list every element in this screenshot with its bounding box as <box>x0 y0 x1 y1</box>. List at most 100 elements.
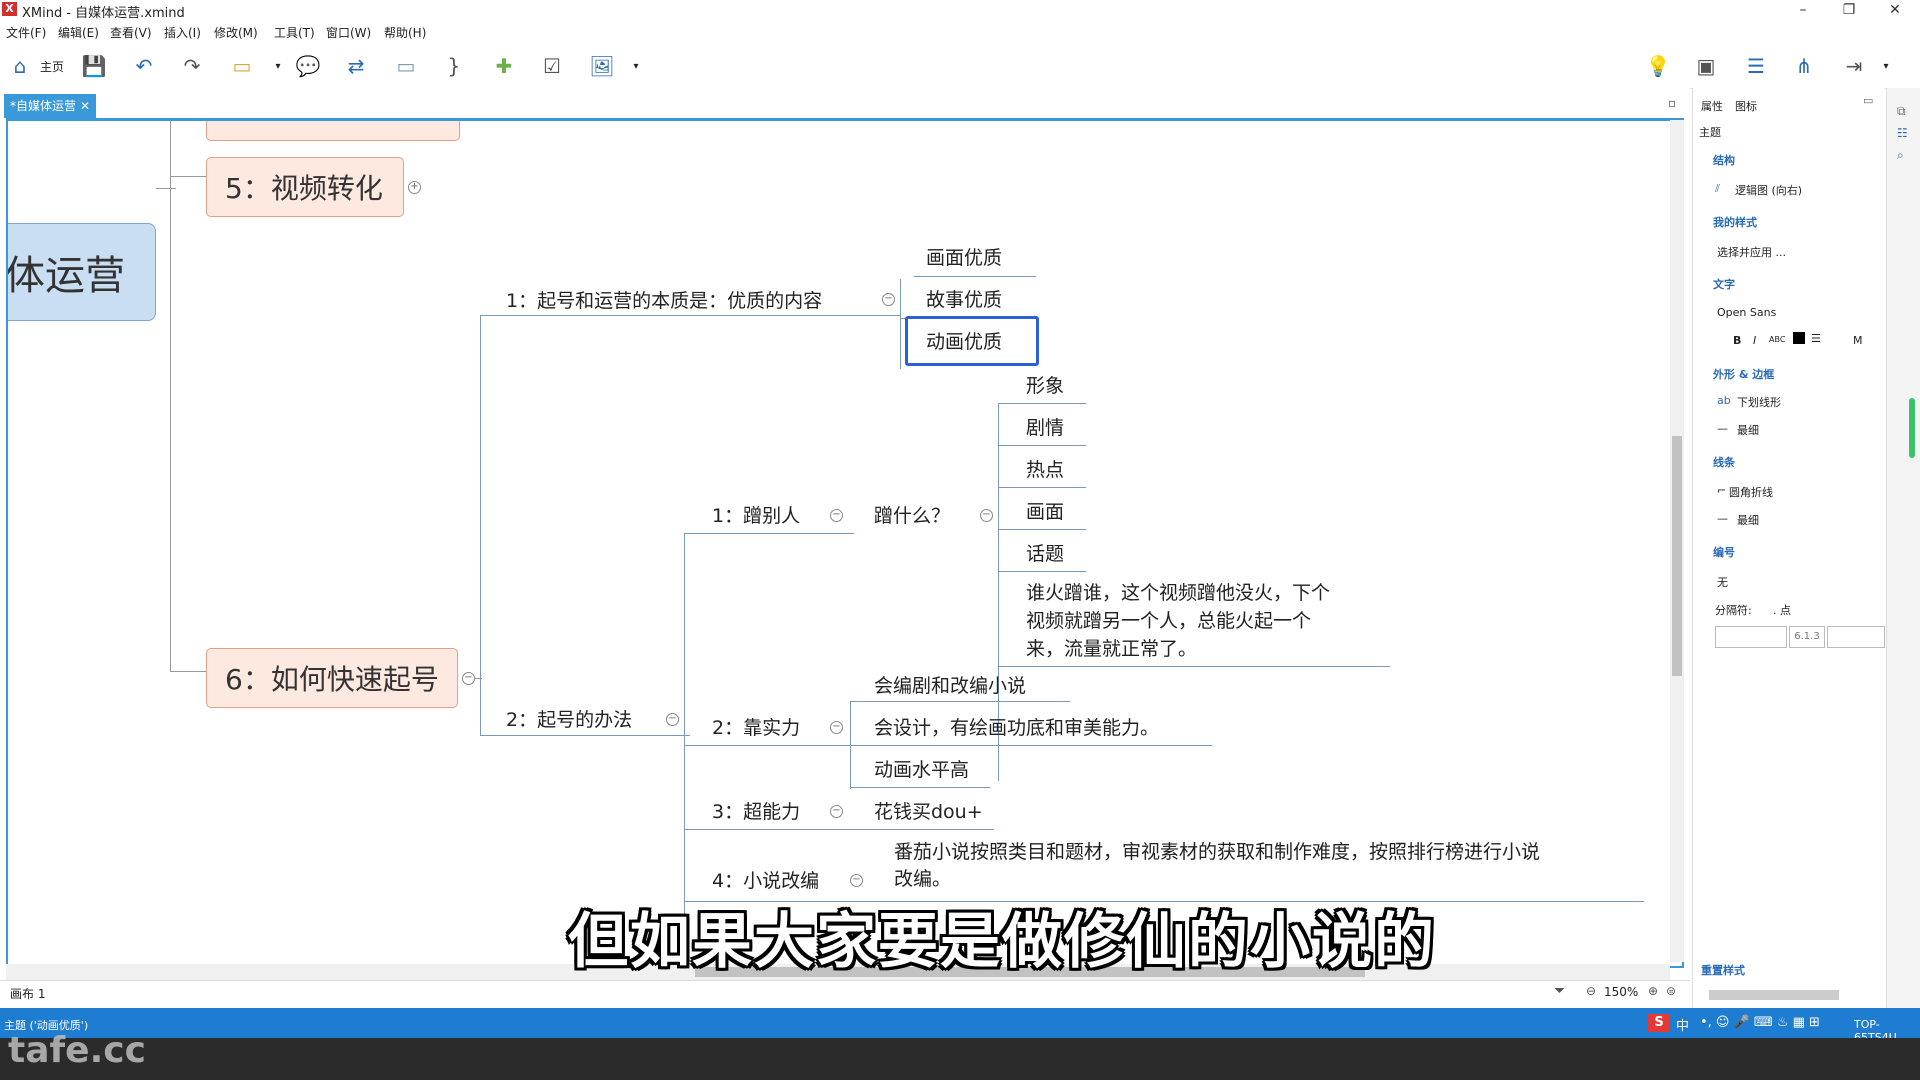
sheet-tab[interactable]: 画布 1 <box>10 985 45 1002</box>
collapse-icon[interactable]: − <box>666 713 679 726</box>
more-text-icon[interactable]: M <box>1853 334 1863 347</box>
chevron-down-icon[interactable]: ▾ <box>1872 52 1900 80</box>
topic-icon[interactable]: ▭ <box>228 52 256 80</box>
mindmap-canvas[interactable]: 体运营 5：视频转化 + 6：如何快速起号 − 1：起号和运营的本质是：优质的内… <box>6 118 1684 968</box>
callout-icon[interactable]: 💬 <box>294 52 322 80</box>
bold-icon[interactable]: B <box>1733 334 1741 347</box>
vertical-scroll-thumb[interactable] <box>1672 436 1682 676</box>
border-shape[interactable]: 下划线形 <box>1737 394 1781 410</box>
collapse-icon[interactable]: − <box>850 874 863 887</box>
menu-view[interactable]: 查看(V) <box>110 24 152 41</box>
filter-icon[interactable]: ⏷ <box>1554 983 1565 999</box>
redo-icon[interactable]: ↷ <box>178 52 206 80</box>
lightbulb-icon[interactable]: 💡 <box>1644 52 1672 80</box>
relationship-icon[interactable]: ⇄ <box>342 52 370 80</box>
node-note[interactable]: 谁火蹭谁，这个视频蹭他没火，下个 视频就蹭另一个人，总能火起一个 来，流量就正常… <box>1026 579 1330 663</box>
zoom-level[interactable]: 150% <box>1604 985 1638 999</box>
menu-window[interactable]: 窗口(W) <box>326 24 371 41</box>
document-tab[interactable]: *自媒体运营 ✕ <box>4 94 96 118</box>
line-shape[interactable]: 圆角折线 <box>1729 484 1773 500</box>
method-novel[interactable]: 4：小说改编 <box>712 866 819 893</box>
minimize-panel-icon[interactable]: ▭ <box>1863 94 1873 107</box>
export-icon[interactable]: ⇥ <box>1840 52 1868 80</box>
restore-icon[interactable]: ⧉ <box>1897 104 1906 119</box>
fit-icon[interactable]: ⊜ <box>1666 984 1676 998</box>
node-hotspot[interactable]: 热点 <box>1026 455 1064 482</box>
image-icon[interactable]: 🖼 <box>588 52 616 80</box>
menu-tools[interactable]: 工具(T) <box>274 24 315 41</box>
menu-edit[interactable]: 编辑(E) <box>58 24 99 41</box>
node-picture[interactable]: 画面 <box>1026 497 1064 524</box>
reset-style-link[interactable]: 重置样式 <box>1701 962 1745 978</box>
leverage-what[interactable]: 蹭什么？ <box>874 501 950 528</box>
close-button[interactable]: ✕ <box>1872 0 1918 20</box>
close-icon[interactable]: ✕ <box>80 94 90 118</box>
chevron-down-icon[interactable]: ▾ <box>622 52 650 80</box>
boundary-icon[interactable]: ▭ <box>392 52 420 80</box>
style-select[interactable]: 选择并应用 ... <box>1717 244 1786 260</box>
node-story-quality[interactable]: 故事优质 <box>926 285 1002 312</box>
task-icon[interactable]: ☑ <box>538 52 566 80</box>
method-leverage[interactable]: 1：蹭别人 <box>712 501 800 528</box>
line-width[interactable]: 最细 <box>1737 512 1759 528</box>
structure-value[interactable]: 逻辑图 (向右) <box>1735 182 1802 198</box>
border-width[interactable]: 最细 <box>1737 422 1759 438</box>
tab-icons[interactable]: 图标 <box>1735 98 1757 114</box>
ime-logo-icon[interactable]: S <box>1648 1014 1670 1032</box>
node-plot[interactable]: 剧情 <box>1026 413 1064 440</box>
numbering-value[interactable]: 无 <box>1717 574 1728 590</box>
chevron-down-icon[interactable]: ▾ <box>264 52 292 80</box>
node-topic[interactable]: 话题 <box>1026 539 1064 566</box>
node-image[interactable]: 形象 <box>1026 371 1064 398</box>
undo-icon[interactable]: ↶ <box>130 52 158 80</box>
ime-chinese-icon[interactable]: 中 <box>1676 1015 1689 1034</box>
node-novel-adapt[interactable]: 番茄小说按照类目和题材，审视素材的获取和制作难度，按照排行榜进行小说 改编。 <box>894 839 1540 893</box>
node-picture-quality[interactable]: 画面优质 <box>926 243 1002 270</box>
outline-icon[interactable]: ☰ <box>1742 52 1770 80</box>
collapse-icon[interactable]: − <box>830 805 843 818</box>
menu-file[interactable]: 文件(F) <box>6 24 46 41</box>
ime-toolbar-icons[interactable]: •, ☺ 🎤 ⌨ ♨ ▦ ⊞ <box>1700 1015 1820 1030</box>
topic-quick-start[interactable]: 6：如何快速起号 <box>206 648 458 708</box>
font-select[interactable]: Open Sans <box>1717 306 1776 319</box>
marker-icon[interactable]: ✚ <box>490 52 518 80</box>
method-power[interactable]: 3：超能力 <box>712 797 800 824</box>
save-icon[interactable]: 💾 <box>80 52 108 80</box>
menu-insert[interactable]: 插入(I) <box>164 24 201 41</box>
minimize-button[interactable]: – <box>1780 0 1826 20</box>
menu-modify[interactable]: 修改(M) <box>214 24 258 41</box>
method-strength[interactable]: 2：靠实力 <box>712 713 800 740</box>
text-color-swatch[interactable] <box>1793 332 1805 344</box>
central-topic[interactable]: 体运营 <box>8 223 156 321</box>
maximize-button[interactable]: ❐ <box>1826 0 1872 20</box>
home-label[interactable]: 主页 <box>40 58 64 75</box>
node-animation[interactable]: 动画水平高 <box>874 755 969 782</box>
maximize-view-icon[interactable]: ▫ <box>1668 96 1676 110</box>
node-buy-dou[interactable]: 花钱买dou+ <box>874 797 983 824</box>
suffix-input[interactable] <box>1827 626 1885 648</box>
summary-icon[interactable]: } <box>440 52 468 80</box>
zoom-in-icon[interactable]: ⊕ <box>1648 984 1658 998</box>
topic-partial[interactable] <box>206 121 460 141</box>
align-icon[interactable]: ☰ <box>1811 332 1821 345</box>
collapse-icon[interactable]: − <box>882 293 895 306</box>
zoom-out-icon[interactable]: ⊖ <box>1586 984 1596 998</box>
presentation-icon[interactable]: ▣ <box>1692 52 1720 80</box>
expand-icon[interactable]: + <box>408 181 421 194</box>
node-design[interactable]: 会设计，有绘画功底和审美能力。 <box>874 713 1159 740</box>
search-icon[interactable]: ⌕ <box>1897 148 1904 163</box>
share-icon[interactable]: ⋔ <box>1790 52 1818 80</box>
collapse-icon[interactable]: − <box>830 509 843 522</box>
separator-value[interactable]: . 点 <box>1773 602 1791 618</box>
prefix-input[interactable] <box>1715 626 1787 648</box>
node-writing[interactable]: 会编剧和改编小说 <box>874 671 1026 698</box>
collapse-icon[interactable]: − <box>830 721 843 734</box>
home-icon[interactable]: ⌂ <box>6 52 34 80</box>
strikethrough-icon[interactable]: ABC <box>1769 335 1785 344</box>
tab-properties[interactable]: 属性 <box>1701 98 1723 114</box>
italic-icon[interactable]: I <box>1753 334 1756 347</box>
branch-essence[interactable]: 1：起号和运营的本质是：优质的内容 <box>506 286 822 313</box>
properties-icon[interactable]: ☷ <box>1897 126 1908 140</box>
branch-method[interactable]: 2：起号的办法 <box>506 705 632 732</box>
collapse-icon[interactable]: − <box>980 509 993 522</box>
